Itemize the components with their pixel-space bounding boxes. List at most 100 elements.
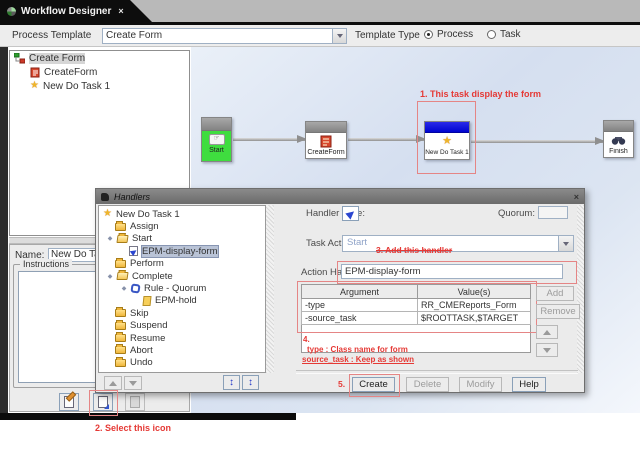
- instructions-label: Instructions: [20, 259, 73, 269]
- node-createform[interactable]: CreateForm: [305, 121, 347, 159]
- process-template-combo[interactable]: Create Form: [102, 28, 347, 44]
- workflow-designer-window: Workflow Designer × Process Template Cre…: [0, 0, 640, 450]
- tree-splitter[interactable]: [266, 205, 274, 373]
- node-finish[interactable]: Finish: [603, 120, 634, 158]
- radio-process[interactable]: Process: [424, 29, 473, 40]
- handlers-tree-item-skip[interactable]: Skip: [99, 307, 265, 319]
- handlers-tree-item-resume[interactable]: Resume: [99, 332, 265, 344]
- radio-process-label: Process: [437, 29, 474, 40]
- expand-all-button[interactable]: ↕: [223, 375, 240, 390]
- annotation-2: 2. Select this icon: [95, 423, 172, 433]
- tab-close-icon[interactable]: ×: [118, 6, 123, 16]
- app-icon: [7, 6, 16, 16]
- quorum-field[interactable]: [538, 206, 568, 219]
- handler-type-button[interactable]: [342, 206, 359, 221]
- add-button[interactable]: Add: [536, 286, 574, 301]
- triangle-up-icon: [543, 329, 551, 335]
- handlers-tree-item-assign[interactable]: Assign: [99, 220, 265, 232]
- task-handlers-button[interactable]: [93, 393, 113, 411]
- annotation-4-line2: source_task : Keep as shown: [302, 355, 415, 364]
- column-header-values: Value(s): [417, 284, 531, 299]
- delete-button[interactable]: Delete: [406, 377, 449, 392]
- tree-item-createform[interactable]: CreateForm: [10, 65, 189, 79]
- row-up-button: [536, 325, 558, 339]
- grayed-page-icon: [130, 396, 140, 408]
- column-header-argument: Argument: [301, 284, 418, 299]
- handlers-tree-item-undo[interactable]: Undo: [99, 356, 265, 369]
- edit-task-button[interactable]: [59, 391, 79, 411]
- annotation-4-line1: type : Class name for form: [307, 345, 408, 354]
- action-handler-field[interactable]: EPM-display-form: [341, 264, 563, 279]
- expander-icon[interactable]: ◆: [107, 235, 113, 242]
- dialog-titlebar[interactable]: Handlers ×: [96, 189, 584, 204]
- tree-item-new-do-task-1[interactable]: ★ New Do Task 1: [10, 79, 189, 93]
- node-label: Finish: [609, 148, 628, 155]
- node-label: CreateForm: [307, 149, 345, 156]
- node-new-do-task-1[interactable]: ★ New Do Task 1: [424, 121, 470, 160]
- modify-button[interactable]: Modify: [459, 377, 502, 392]
- toolbar: Process Template Create Form Template Ty…: [0, 25, 640, 47]
- expander-icon[interactable]: ◆: [107, 273, 113, 280]
- folder-icon: [115, 344, 126, 355]
- chevron-down-icon: [336, 34, 343, 38]
- folder-open-icon: [116, 272, 129, 281]
- combo-arrow-button[interactable]: [332, 29, 346, 43]
- process-template-value: Create Form: [106, 30, 163, 41]
- node-start[interactable]: ☞ Start: [201, 117, 232, 162]
- annotation-5: 5.: [338, 379, 346, 389]
- edge-createform-newdotask: [348, 135, 426, 143]
- hand-cursor-icon: ☞: [208, 133, 225, 145]
- form-icon: [30, 67, 40, 77]
- radio-dot-icon: [424, 30, 433, 39]
- folder-icon: [115, 220, 126, 231]
- tree-item-create-form[interactable]: Create Form: [10, 51, 189, 65]
- collapse-all-button[interactable]: ↕: [242, 375, 259, 390]
- handlers-tree-item-epm-hold[interactable]: EPM-hold: [99, 295, 265, 307]
- folder-icon: [115, 307, 126, 318]
- chevron-down-icon: [563, 241, 569, 246]
- table-row[interactable]: -source_task $ROOTTASK,$TARGET: [301, 311, 531, 325]
- close-icon[interactable]: ×: [574, 192, 579, 202]
- table-row[interactable]: -type RR_CMEReports_Form: [301, 298, 531, 312]
- remove-button[interactable]: Remove: [536, 304, 580, 319]
- handlers-tree-item-rule-quorum[interactable]: ◆ Rule - Quorum: [99, 282, 265, 294]
- radio-dot-icon: [487, 30, 496, 39]
- handlers-tree-item-perform[interactable]: Perform: [99, 257, 265, 270]
- annotation-1: 1. This task display the form: [420, 89, 542, 99]
- radio-task[interactable]: Task: [487, 29, 521, 40]
- radio-task-label: Task: [500, 29, 521, 40]
- expander-icon[interactable]: ◆: [121, 285, 127, 292]
- arguments-table[interactable]: Argument Value(s) -type RR_CMEReports_Fo…: [301, 284, 531, 325]
- create-button[interactable]: Create: [352, 377, 395, 392]
- triangle-down-icon: [129, 380, 137, 386]
- move-down-button: [124, 376, 142, 390]
- handlers-tree-item-abort[interactable]: Abort: [99, 344, 265, 356]
- rule-icon: [130, 283, 141, 294]
- move-up-button: [104, 376, 122, 390]
- node-header: [306, 122, 346, 133]
- dialog-icon: [101, 192, 109, 201]
- window-left-edge: [0, 47, 8, 413]
- handlers-tree-item-complete[interactable]: ◆ Complete: [99, 270, 265, 282]
- tree-item-label: New Do Task 1: [42, 80, 111, 92]
- triangle-up-icon: [109, 380, 117, 386]
- folder-open-icon: [116, 234, 129, 243]
- handlers-tree-item-start[interactable]: ◆ Start: [99, 233, 265, 245]
- handlers-tree-item-epm-display-form[interactable]: EPM-display-form: [99, 244, 265, 258]
- workflow-icon: [14, 52, 25, 63]
- note-icon: [142, 295, 152, 306]
- edge-newdotask-finish: [471, 137, 605, 145]
- handlers-tree-item-suspend[interactable]: Suspend: [99, 319, 265, 332]
- edit-page-icon: [64, 391, 77, 408]
- dialog-title: Handlers: [114, 191, 151, 202]
- collapse-arrows-icon: ↕: [248, 377, 253, 388]
- handlers-tree-item-task[interactable]: ★ New Do Task 1: [99, 208, 265, 220]
- tab-workflow-designer[interactable]: Workflow Designer ×: [0, 0, 152, 22]
- disabled-tool-button: [125, 393, 145, 411]
- handlers-page-icon: [98, 396, 109, 409]
- process-template-label: Process Template: [12, 30, 92, 41]
- node-header: [604, 121, 633, 132]
- help-button[interactable]: Help: [512, 377, 546, 392]
- expand-arrows-icon: ↕: [229, 377, 234, 388]
- combo-arrow-button[interactable]: [558, 236, 573, 251]
